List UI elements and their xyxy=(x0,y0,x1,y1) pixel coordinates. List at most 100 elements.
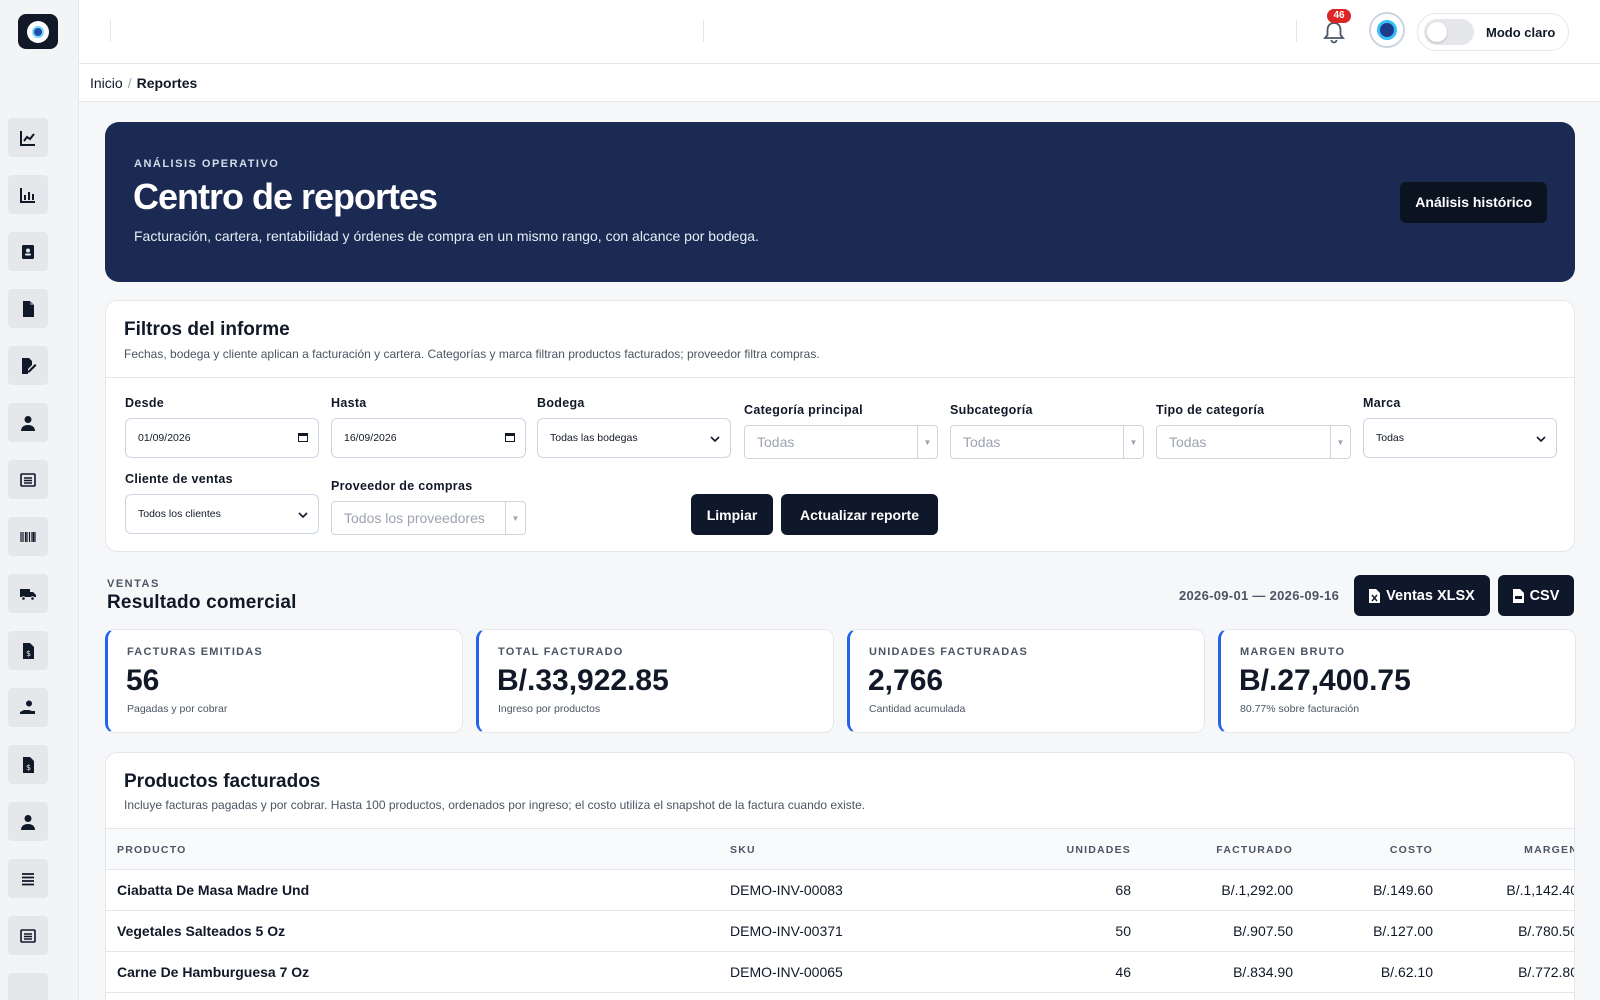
nav-barcode-icon[interactable] xyxy=(8,517,48,556)
nav-profile-icon[interactable] xyxy=(8,802,48,841)
tipo-label: Tipo de categoría xyxy=(1156,403,1265,417)
user-icon xyxy=(21,814,35,830)
nav-invoice-dollar-icon[interactable]: $ xyxy=(8,631,48,670)
product-billed: B/.907.50 xyxy=(1233,923,1293,939)
product-units: 50 xyxy=(1115,923,1131,939)
historical-analysis-button[interactable]: Análisis histórico xyxy=(1400,182,1547,223)
list-icon xyxy=(22,872,34,885)
export-xlsx-button[interactable]: Ventas XLSX xyxy=(1354,575,1490,616)
column-header[interactable]: SKU xyxy=(730,844,756,856)
column-header[interactable]: MARGEN xyxy=(1524,844,1574,856)
kpi-card: TOTAL FACTURADO B/.33,922.85 Ingreso por… xyxy=(476,629,834,733)
user-icon xyxy=(21,415,35,431)
calendar-icon[interactable] xyxy=(505,432,515,442)
nav-list-icon[interactable] xyxy=(8,460,48,499)
export-csv-label: CSV xyxy=(1529,587,1560,604)
kpi-label: MARGEN BRUTO xyxy=(1240,646,1346,658)
product-billed: B/.834.90 xyxy=(1233,964,1293,980)
file-invoice-icon: $ xyxy=(23,756,34,773)
file-csv-icon xyxy=(1512,588,1524,603)
breadcrumb-bar: Inicio / Reportes xyxy=(79,64,1600,102)
cliente-select[interactable]: Todos los clientes xyxy=(125,494,319,534)
notification-badge: 46 xyxy=(1327,9,1351,23)
list-alt-icon xyxy=(20,472,36,487)
column-header[interactable]: COSTO xyxy=(1390,844,1433,856)
export-csv-button[interactable]: CSV xyxy=(1498,575,1574,616)
kpi-value: 2,766 xyxy=(868,664,944,697)
table-row[interactable]: Vegetales Salteados 5 Oz DEMO-INV-00371 … xyxy=(106,911,1574,952)
list-alt-icon xyxy=(20,928,36,943)
bodega-select[interactable]: Todas las bodegas xyxy=(537,418,731,458)
theme-switch[interactable] xyxy=(1424,19,1474,45)
user-avatar[interactable] xyxy=(1369,12,1405,48)
table-header: PRODUCTO SKU UNIDADES FACTURADO COSTO MA… xyxy=(106,828,1574,870)
app-logo[interactable] xyxy=(18,14,58,49)
file-signature-icon xyxy=(22,357,37,374)
table-row[interactable]: Carne De Hamburguesa 7 Oz DEMO-INV-00065… xyxy=(106,952,1575,993)
theme-label: Modo claro xyxy=(1486,24,1556,40)
products-title: Productos facturados xyxy=(124,771,321,792)
nav-reports-icon[interactable] xyxy=(8,916,48,955)
caret-down-icon[interactable]: ▼ xyxy=(505,502,525,534)
caret-down-icon[interactable]: ▼ xyxy=(1123,426,1143,458)
breadcrumb-home[interactable]: Inicio xyxy=(90,75,123,91)
svg-text:$: $ xyxy=(26,649,31,658)
nav-payments-icon[interactable] xyxy=(8,688,48,727)
product-cost: B/.149.60 xyxy=(1373,882,1433,898)
filters-description: Fechas, bodega y cliente aplican a factu… xyxy=(124,347,820,361)
caret-down-icon[interactable]: ▼ xyxy=(917,426,937,458)
product-margin: B/.772.80 xyxy=(1518,964,1575,980)
product-sku: DEMO-INV-00083 xyxy=(730,882,843,898)
breadcrumb: Inicio / Reportes xyxy=(90,75,197,91)
filters-card: Filtros del informe Fechas, bodega y cli… xyxy=(105,300,1575,552)
proveedor-combobox[interactable]: Todos los proveedores ▼ xyxy=(331,501,526,535)
nav-user-icon[interactable] xyxy=(8,403,48,442)
subcategoria-placeholder: Todas xyxy=(963,434,1001,450)
caret-down-icon[interactable]: ▼ xyxy=(1330,426,1350,458)
hasta-date-input[interactable]: 16/09/2026 xyxy=(331,418,526,458)
update-report-button[interactable]: Actualizar reporte xyxy=(781,494,938,535)
table-row[interactable]: Ciabatta De Masa Madre Und DEMO-INV-0008… xyxy=(106,870,1574,911)
kpi-value: 56 xyxy=(126,664,160,697)
desde-value: 01/09/2026 xyxy=(138,432,191,444)
product-name: Carne De Hamburguesa 7 Oz xyxy=(117,964,310,980)
file-excel-icon xyxy=(1369,588,1381,603)
column-header[interactable]: FACTURADO xyxy=(1216,844,1293,856)
categoria-combobox[interactable]: Todas ▼ xyxy=(744,425,938,459)
tipo-combobox[interactable]: Todas ▼ xyxy=(1156,425,1351,459)
product-cost: B/.127.00 xyxy=(1373,923,1433,939)
nav-documents-icon[interactable] xyxy=(8,289,48,328)
clear-button[interactable]: Limpiar xyxy=(691,494,773,535)
kpi-caption: Cantidad acumulada xyxy=(869,703,966,715)
product-cost: B/.62.10 xyxy=(1380,964,1433,980)
nav-more-item[interactable] xyxy=(8,973,48,1000)
subcategoria-combobox[interactable]: Todas ▼ xyxy=(950,425,1144,459)
column-header[interactable]: UNIDADES xyxy=(1067,844,1131,856)
column-header[interactable]: PRODUCTO xyxy=(117,844,187,856)
truck-icon xyxy=(20,588,36,601)
product-name: Ciabatta De Masa Madre Und xyxy=(117,882,310,898)
kpi-value: B/.33,922.85 xyxy=(497,664,669,697)
marca-select[interactable]: Todas xyxy=(1363,418,1557,458)
date-range: 2026-09-01 — 2026-09-16 xyxy=(1179,588,1340,603)
nav-invoices-icon[interactable]: $ xyxy=(8,745,48,784)
kpi-caption: Ingreso por productos xyxy=(498,703,601,715)
nav-bar-chart-icon[interactable] xyxy=(8,175,48,214)
nav-contacts-icon[interactable] xyxy=(8,232,48,271)
cliente-value: Todos los clientes xyxy=(138,508,221,520)
calendar-icon[interactable] xyxy=(298,432,308,442)
nav-sign-icon[interactable] xyxy=(8,346,48,385)
desde-date-input[interactable]: 01/09/2026 xyxy=(125,418,319,458)
theme-toggle[interactable]: Modo claro xyxy=(1417,13,1569,51)
nav-delivery-icon[interactable] xyxy=(8,574,48,613)
categoria-label: Categoría principal xyxy=(744,403,863,417)
kpi-card: MARGEN BRUTO B/.27,400.75 80.77% sobre f… xyxy=(1218,629,1576,733)
nav-charts-icon[interactable] xyxy=(8,118,48,157)
desde-label: Desde xyxy=(125,396,165,410)
hero-banner: ANÁLISIS OPERATIVO Centro de reportes Fa… xyxy=(105,122,1575,282)
product-units: 68 xyxy=(1115,882,1131,898)
product-sku: DEMO-INV-00065 xyxy=(730,964,843,980)
nav-menu-icon[interactable] xyxy=(8,859,48,898)
categoria-placeholder: Todas xyxy=(757,434,795,450)
product-units: 46 xyxy=(1115,964,1131,980)
